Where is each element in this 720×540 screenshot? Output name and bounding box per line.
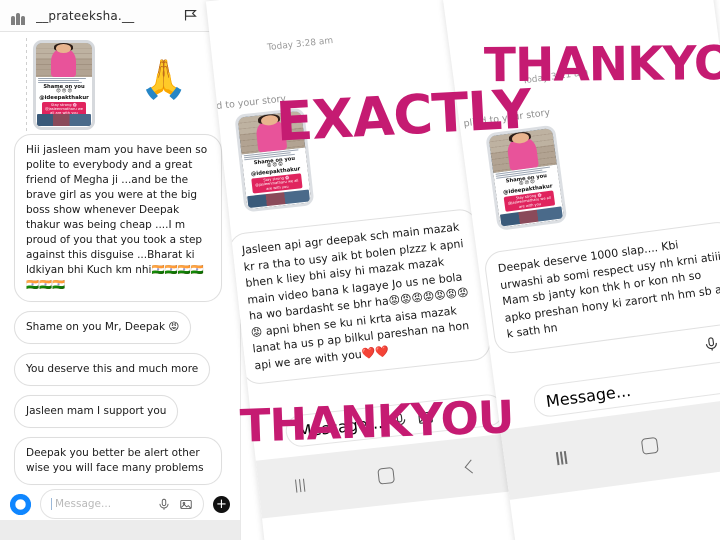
message-input-placeholder: Message... — [544, 380, 632, 411]
flag-icon[interactable] — [182, 7, 199, 24]
message-bubble[interactable]: Deepak you better be alert other wise yo… — [14, 437, 222, 485]
bubble-group: Hii jasleen mam you have been so polite … — [0, 132, 240, 488]
camera-circle-icon[interactable] — [254, 422, 278, 446]
mic-icon[interactable] — [702, 335, 720, 354]
message-bubble[interactable]: You deserve this and much more — [14, 353, 211, 386]
message-input-placeholder: Message... — [51, 498, 149, 510]
home-icon[interactable] — [377, 466, 395, 485]
message-input-placeholder: Message... — [296, 412, 384, 441]
mic-icon[interactable] — [391, 411, 410, 430]
message-bubble[interactable]: Jasleen api agr deepak sch main mazak kr… — [227, 207, 493, 386]
story-reply-row: Shame on you 😡 😠 😡 @ideepakthakur Stay str… — [0, 38, 240, 134]
recents-icon[interactable] — [555, 450, 568, 465]
story-handle: @ideepakthakur — [39, 94, 89, 101]
camera-circle-icon[interactable] — [502, 393, 527, 418]
home-icon[interactable] — [640, 436, 659, 455]
photo-icon[interactable] — [179, 497, 193, 512]
left-bottom-strip — [0, 520, 240, 540]
people-icon — [8, 7, 28, 25]
screenshot-root: __prateeksha.__ Shame on you 😡 😠 😡 @idee… — [0, 0, 720, 540]
mic-icon[interactable] — [157, 497, 171, 512]
message-bubble[interactable]: Jasleen mam I support you — [14, 395, 179, 428]
back-icon[interactable] — [464, 459, 479, 474]
message-bubble[interactable]: Shame on you Mr, Deepak 😡 — [14, 311, 192, 344]
left-panel-header: __prateeksha.__ — [0, 0, 240, 32]
left-message-composer: Message... + — [0, 488, 240, 520]
thread-divider — [26, 38, 27, 134]
message-bubble[interactable]: Deepak deserve 1000 slap.... Kbi urwashi… — [482, 219, 720, 355]
message-input[interactable]: Message... — [40, 489, 204, 519]
conversation-username[interactable]: __prateeksha.__ — [36, 9, 174, 23]
message-bubble[interactable]: Hii jasleen mam you have been so polite … — [14, 134, 222, 302]
prayer-emoji-reaction: 🙏 — [140, 57, 188, 101]
recents-icon[interactable] — [294, 478, 306, 493]
conversation-timestamp: Today 3:11 am — [521, 67, 589, 87]
left-message-list[interactable]: Shame on you 😡 😠 😡 @ideepakthakur Stay str… — [0, 32, 240, 488]
left-chat-panel: __prateeksha.__ Shame on you 😡 😠 😡 @idee… — [0, 0, 241, 540]
plus-icon[interactable]: + — [213, 495, 230, 513]
camera-circle-icon[interactable] — [10, 493, 31, 515]
story-thumbnail[interactable]: Shame on you 😡 😠 😡 @ideepakthakur Stay str… — [485, 124, 568, 232]
photo-icon[interactable] — [417, 408, 436, 427]
story-thumbnail[interactable]: Shame on you 😡 😠 😡 @ideepakthakur Stay str… — [234, 107, 315, 213]
conversation-timestamp: Today 3:28 am — [266, 36, 334, 54]
story-thumbnail[interactable]: Shame on you 😡 😠 😡 @ideepakthakur Stay str… — [33, 40, 95, 130]
